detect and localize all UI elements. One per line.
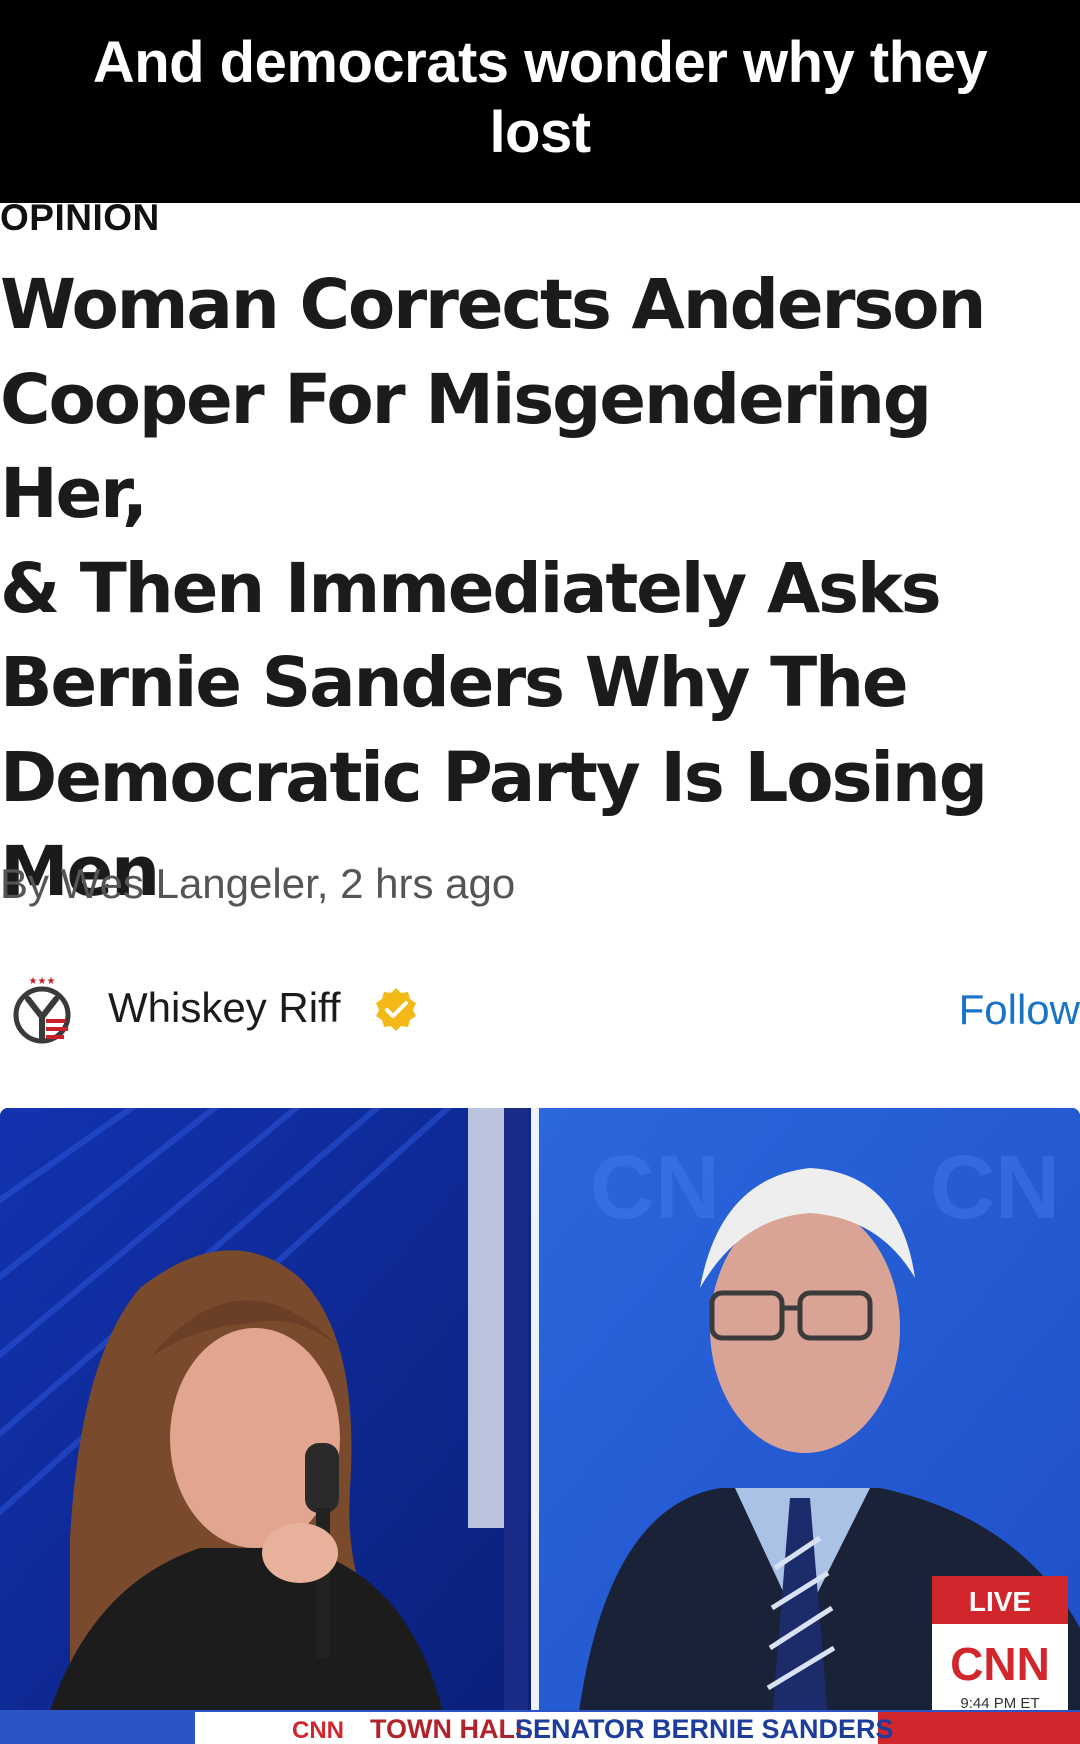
screenshot-page: And democrats wonder why they lost OPINI… [0, 0, 1080, 1744]
ticker-network: CNN [292, 1717, 344, 1744]
svg-text:CN: CN [590, 1138, 720, 1238]
questioner-panel [0, 1108, 535, 1744]
headline-line: Democratic Party Is Losing [0, 737, 988, 818]
headline-line: Woman Corrects Anderson [0, 265, 986, 345]
svg-text:★★★: ★★★ [29, 976, 56, 987]
meme-caption-bar: And democrats wonder why they lost [0, 0, 1080, 203]
video-thumbnail[interactable]: CN CN LIVE CNN 9:44 PM ET CNN TOWN HALL … [0, 1108, 1080, 1744]
section-label[interactable]: OPINION [0, 196, 160, 240]
article-headline[interactable]: Woman Corrects Anderson Cooper For Misge… [0, 258, 1078, 920]
broadcast-time: 9:44 PM ET [960, 1695, 1039, 1712]
live-label: LIVE [969, 1586, 1031, 1617]
source-name[interactable]: Whiskey Riff [108, 982, 341, 1034]
whiskey-riff-logo-icon[interactable]: ★★★ [10, 973, 74, 1045]
headline-line: Bernie Sanders Why The [0, 643, 909, 723]
live-badge: LIVE CNN 9:44 PM ET [932, 1576, 1068, 1716]
lower-third-ticker: CNN TOWN HALL SENATOR BERNIE SANDERS [0, 1710, 1080, 1744]
meme-caption-text: And democrats wonder why they lost [92, 30, 988, 165]
headline-line: Cooper For Misgendering Her, [0, 359, 932, 535]
ticker-subject: SENATOR BERNIE SANDERS [515, 1714, 894, 1744]
source-row: ★★★ Whiskey Riff Follow [0, 970, 1080, 1050]
headline-line: & Then Immediately Asks [0, 548, 942, 629]
verified-check-icon [373, 986, 419, 1032]
svg-text:CN: CN [930, 1138, 1060, 1238]
ticker-program: TOWN HALL [370, 1714, 531, 1744]
article-byline: By Wes Langeler, 2 hrs ago [0, 860, 516, 907]
network-logo: CNN [950, 1638, 1050, 1690]
follow-button[interactable]: Follow [959, 984, 1080, 1036]
